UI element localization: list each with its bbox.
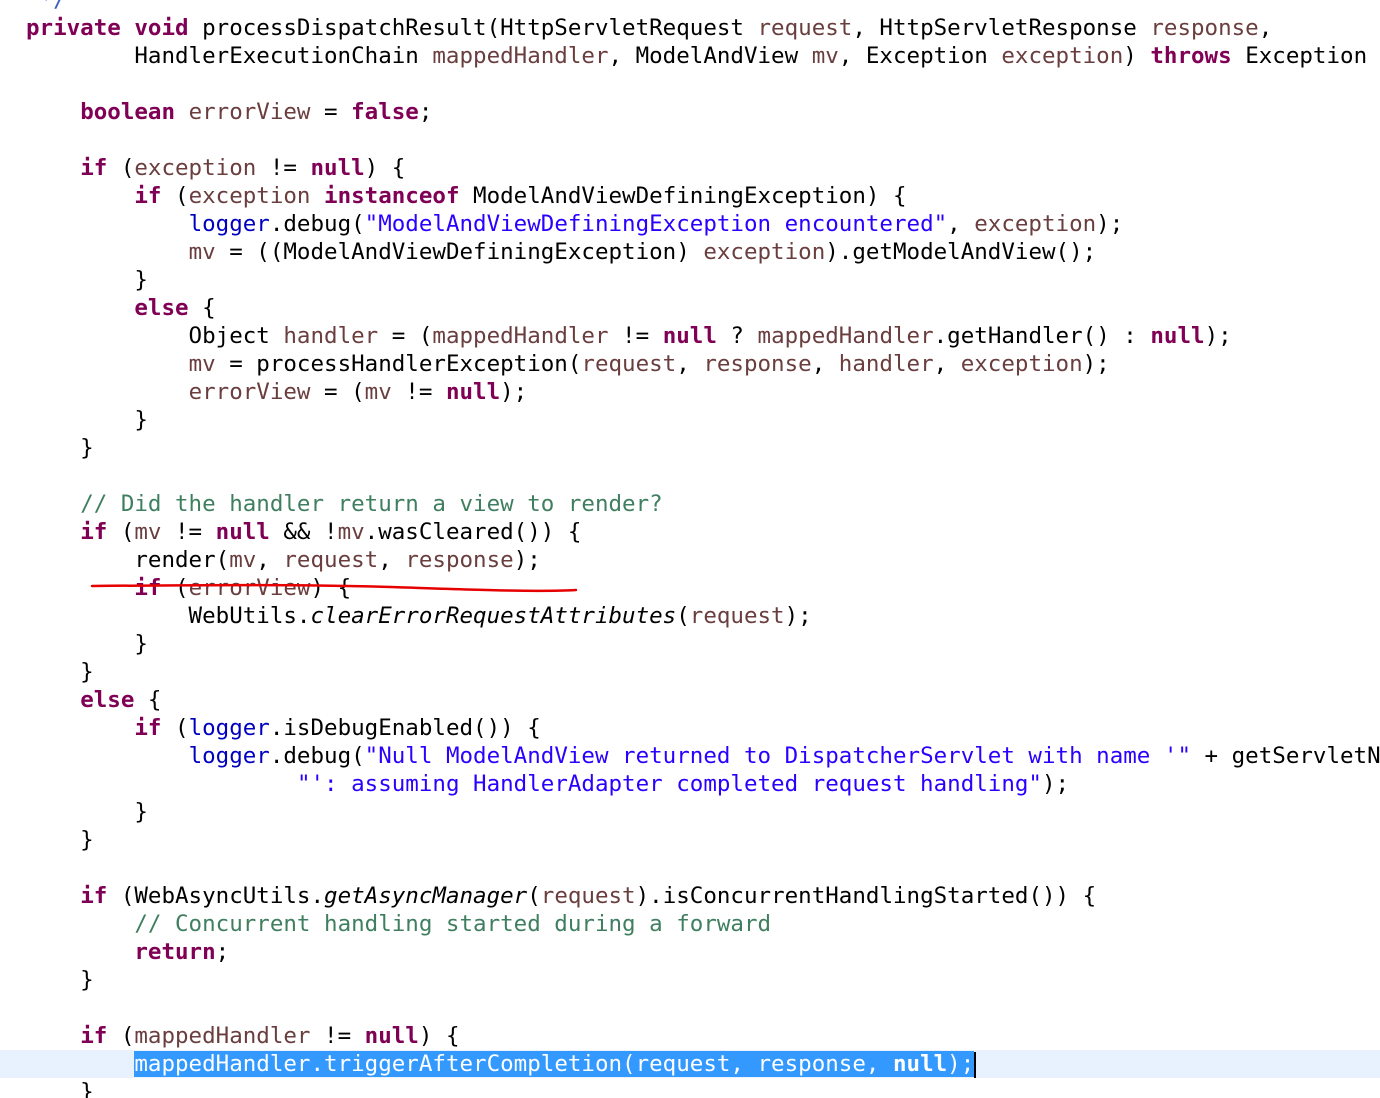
code-line: }	[26, 435, 94, 461]
code-line: // Did the handler return a view to rend…	[80, 491, 663, 517]
code-line: if (mv != null && !mv.wasCleared()) {	[80, 519, 582, 545]
code-line: return;	[134, 939, 230, 965]
code-line: }	[26, 1079, 94, 1098]
code-line: Object handler = (mappedHandler != null …	[26, 323, 1232, 349]
code-line: if (logger.isDebugEnabled()) {	[134, 715, 541, 741]
code-line: }	[26, 631, 148, 657]
code-line: if (mappedHandler != null) {	[80, 1023, 460, 1049]
code-line: }	[26, 827, 94, 853]
code-line: */	[26, 0, 67, 13]
code-line: }	[26, 407, 148, 433]
code-line: render(mv, request, response);	[26, 547, 541, 573]
code-line: mv = processHandlerException(request, re…	[188, 351, 1110, 377]
code-line: private void processDispatchResult(HttpS…	[26, 15, 1273, 41]
code-line: else {	[80, 687, 162, 713]
code-line: logger.debug("ModelAndViewDefiningExcept…	[188, 211, 1124, 237]
code-line: }	[26, 267, 148, 293]
text-selection[interactable]: mappedHandler.triggerAfterCompletion(req…	[134, 1051, 975, 1077]
code-line: boolean errorView = false;	[80, 99, 433, 125]
code-line: logger.debug("Null ModelAndView returned…	[188, 743, 1380, 769]
text-cursor	[974, 1051, 977, 1078]
code-line: HandlerExecutionChain mappedHandler, Mod…	[26, 43, 1380, 69]
code-line: if (WebAsyncUtils.getAsyncManager(reques…	[80, 883, 1097, 909]
code-line: "': assuming HandlerAdapter completed re…	[296, 771, 1070, 797]
code-line: WebUtils.clearErrorRequestAttributes(req…	[26, 603, 812, 629]
code-line: }	[26, 967, 94, 993]
code-line: if (exception instanceof ModelAndViewDef…	[134, 183, 907, 209]
code-line: }	[26, 799, 148, 825]
code-line: if (errorView) {	[134, 575, 352, 601]
code-line: if (exception != null) {	[80, 155, 406, 181]
code-line: else {	[134, 295, 216, 321]
current-code-line: mappedHandler.triggerAfterCompletion(req…	[0, 1050, 1380, 1078]
code-line: mv = ((ModelAndViewDefiningException) ex…	[188, 239, 1097, 265]
code-line: errorView = (mv != null);	[188, 379, 528, 405]
code-editor[interactable]: */ private void processDispatchResult(Htt…	[0, 0, 1380, 1098]
code-line: // Concurrent handling started during a …	[134, 911, 772, 937]
code-line: }	[26, 659, 94, 685]
